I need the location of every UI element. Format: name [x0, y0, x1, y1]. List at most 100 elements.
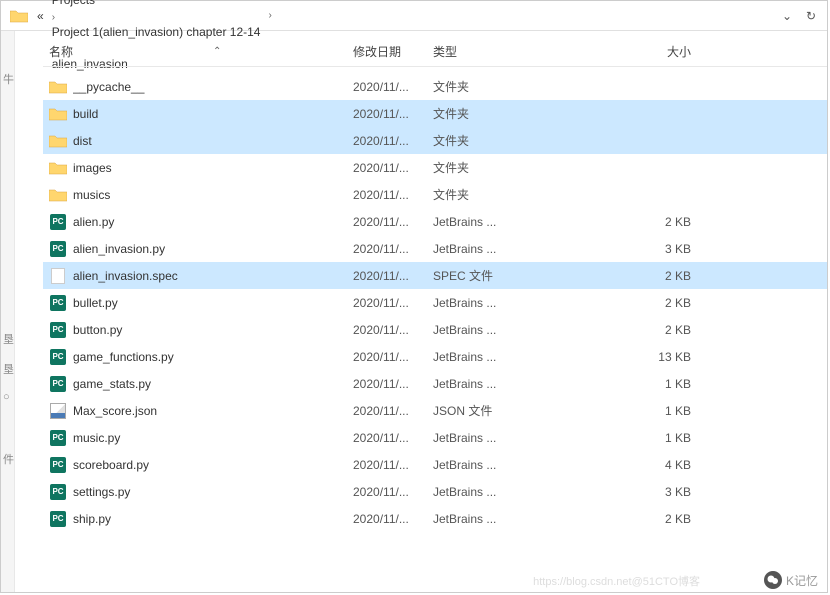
- path-dropdown-icon[interactable]: ⌄: [775, 4, 799, 28]
- refresh-icon[interactable]: ↻: [799, 4, 823, 28]
- file-name: alien_invasion.py: [73, 242, 353, 256]
- chevron-right-icon[interactable]: ›: [264, 10, 275, 21]
- file-date: 2020/11/...: [353, 80, 433, 94]
- breadcrumb-bar[interactable]: « a book of py›Projects›Project 1(alien_…: [1, 1, 827, 31]
- file-row[interactable]: PCalien.py2020/11/...JetBrains ...2 KB: [43, 208, 827, 235]
- wechat-icon: [764, 571, 782, 589]
- file-name: alien.py: [73, 215, 353, 229]
- file-row[interactable]: images2020/11/...文件夹: [43, 154, 827, 181]
- file-rows-container: __pycache__2020/11/...文件夹build2020/11/..…: [43, 67, 827, 532]
- file-name: Max_score.json: [73, 404, 353, 418]
- watermark-text: K记忆: [786, 572, 818, 589]
- file-type: 文件夹: [433, 105, 531, 122]
- file-name: ship.py: [73, 512, 353, 526]
- file-name: game_functions.py: [73, 350, 353, 364]
- file-row[interactable]: PCsettings.py2020/11/...JetBrains ...3 K…: [43, 478, 827, 505]
- file-size: 3 KB: [531, 242, 731, 256]
- file-type: JetBrains ...: [433, 350, 531, 364]
- file-name: settings.py: [73, 485, 353, 499]
- file-type: JetBrains ...: [433, 458, 531, 472]
- file-name: music.py: [73, 431, 353, 445]
- content-area: 牛垦垦○件 名称 ⌃ 修改日期 类型 大小 __pycache__2020/11…: [1, 31, 827, 592]
- folder-icon: [49, 159, 67, 177]
- file-date: 2020/11/...: [353, 161, 433, 175]
- file-size: 2 KB: [531, 323, 731, 337]
- file-type: JetBrains ...: [433, 323, 531, 337]
- file-row[interactable]: alien_invasion.spec2020/11/...SPEC 文件2 K…: [43, 262, 827, 289]
- file-row[interactable]: build2020/11/...文件夹: [43, 100, 827, 127]
- sort-indicator-icon: ⌃: [213, 46, 221, 57]
- file-name: __pycache__: [73, 80, 353, 94]
- col-name-label: 名称: [49, 43, 73, 60]
- folder-nav-icon[interactable]: [9, 6, 29, 26]
- file-name: build: [73, 107, 353, 121]
- py-icon: PC: [49, 456, 67, 474]
- file-date: 2020/11/...: [353, 431, 433, 445]
- file-list-pane: 名称 ⌃ 修改日期 类型 大小 __pycache__2020/11/...文件…: [15, 31, 827, 592]
- file-type: 文件夹: [433, 78, 531, 95]
- file-date: 2020/11/...: [353, 377, 433, 391]
- file-date: 2020/11/...: [353, 242, 433, 256]
- file-type: 文件夹: [433, 186, 531, 203]
- breadcrumb-prefix[interactable]: «: [33, 1, 48, 30]
- file-type: 文件夹: [433, 132, 531, 149]
- file-row[interactable]: PCbutton.py2020/11/...JetBrains ...2 KB: [43, 316, 827, 343]
- file-name: scoreboard.py: [73, 458, 353, 472]
- column-header-date[interactable]: 修改日期: [353, 43, 433, 60]
- file-date: 2020/11/...: [353, 458, 433, 472]
- column-header-size[interactable]: 大小: [531, 43, 731, 60]
- watermark: K记忆: [764, 571, 818, 589]
- py-icon: PC: [49, 213, 67, 231]
- py-icon: PC: [49, 483, 67, 501]
- file-row[interactable]: Max_score.json2020/11/...JSON 文件1 KB: [43, 397, 827, 424]
- left-rail: 牛垦垦○件: [1, 31, 15, 592]
- file-row[interactable]: dist2020/11/...文件夹: [43, 127, 827, 154]
- py-icon: PC: [49, 348, 67, 366]
- column-header-type[interactable]: 类型: [433, 43, 531, 60]
- file-row[interactable]: PCgame_functions.py2020/11/...JetBrains …: [43, 343, 827, 370]
- file-size: 2 KB: [531, 512, 731, 526]
- chevron-right-icon[interactable]: ›: [48, 12, 59, 23]
- file-size: 3 KB: [531, 485, 731, 499]
- py-icon: PC: [49, 294, 67, 312]
- file-row[interactable]: PCbullet.py2020/11/...JetBrains ...2 KB: [43, 289, 827, 316]
- file-date: 2020/11/...: [353, 269, 433, 283]
- file-name: musics: [73, 188, 353, 202]
- py-icon: PC: [49, 321, 67, 339]
- file-type: 文件夹: [433, 159, 531, 176]
- file-row[interactable]: PCship.py2020/11/...JetBrains ...2 KB: [43, 505, 827, 532]
- file-type: JetBrains ...: [433, 296, 531, 310]
- py-icon: PC: [49, 375, 67, 393]
- file-size: 1 KB: [531, 431, 731, 445]
- breadcrumb-item[interactable]: Projects: [48, 0, 265, 7]
- file-row[interactable]: __pycache__2020/11/...文件夹: [43, 73, 827, 100]
- file-row[interactable]: PCmusic.py2020/11/...JetBrains ...1 KB: [43, 424, 827, 451]
- watermark-url: https://blog.csdn.net@51CTO博客: [533, 573, 700, 589]
- file-size: 13 KB: [531, 350, 731, 364]
- column-header-row: 名称 ⌃ 修改日期 类型 大小: [43, 37, 827, 67]
- file-date: 2020/11/...: [353, 404, 433, 418]
- file-type: JetBrains ...: [433, 215, 531, 229]
- file-name: dist: [73, 134, 353, 148]
- file-size: 4 KB: [531, 458, 731, 472]
- file-name: images: [73, 161, 353, 175]
- file-row[interactable]: PC scoreboard.py2020/11/...JetBrains ...4…: [43, 451, 827, 478]
- json-icon: [49, 402, 67, 420]
- py-icon: PC: [49, 429, 67, 447]
- file-name: game_stats.py: [73, 377, 353, 391]
- file-date: 2020/11/...: [353, 323, 433, 337]
- column-header-name[interactable]: 名称 ⌃: [43, 43, 353, 60]
- file-size: 2 KB: [531, 269, 731, 283]
- file-name: bullet.py: [73, 296, 353, 310]
- file-type: JetBrains ...: [433, 377, 531, 391]
- file-size: 1 KB: [531, 404, 731, 418]
- file-size: 2 KB: [531, 215, 731, 229]
- file-date: 2020/11/...: [353, 296, 433, 310]
- py-icon: PC: [49, 240, 67, 258]
- file-row[interactable]: PCgame_stats.py2020/11/...JetBrains ...1…: [43, 370, 827, 397]
- file-row[interactable]: musics2020/11/...文件夹: [43, 181, 827, 208]
- file-row[interactable]: PCalien_invasion.py2020/11/...JetBrains …: [43, 235, 827, 262]
- file-date: 2020/11/...: [353, 485, 433, 499]
- py-icon: PC: [49, 510, 67, 528]
- folder-icon: [49, 132, 67, 150]
